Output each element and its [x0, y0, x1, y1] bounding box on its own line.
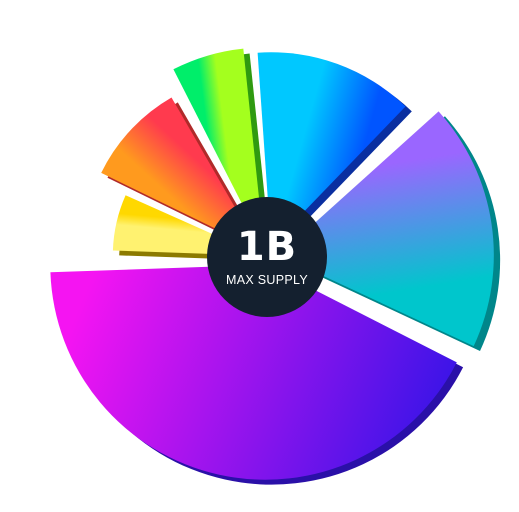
- center-disc: [207, 197, 327, 317]
- pie-svg: [50, 48, 501, 485]
- supply-pie-chart: 1B MAX SUPPLY: [0, 0, 519, 512]
